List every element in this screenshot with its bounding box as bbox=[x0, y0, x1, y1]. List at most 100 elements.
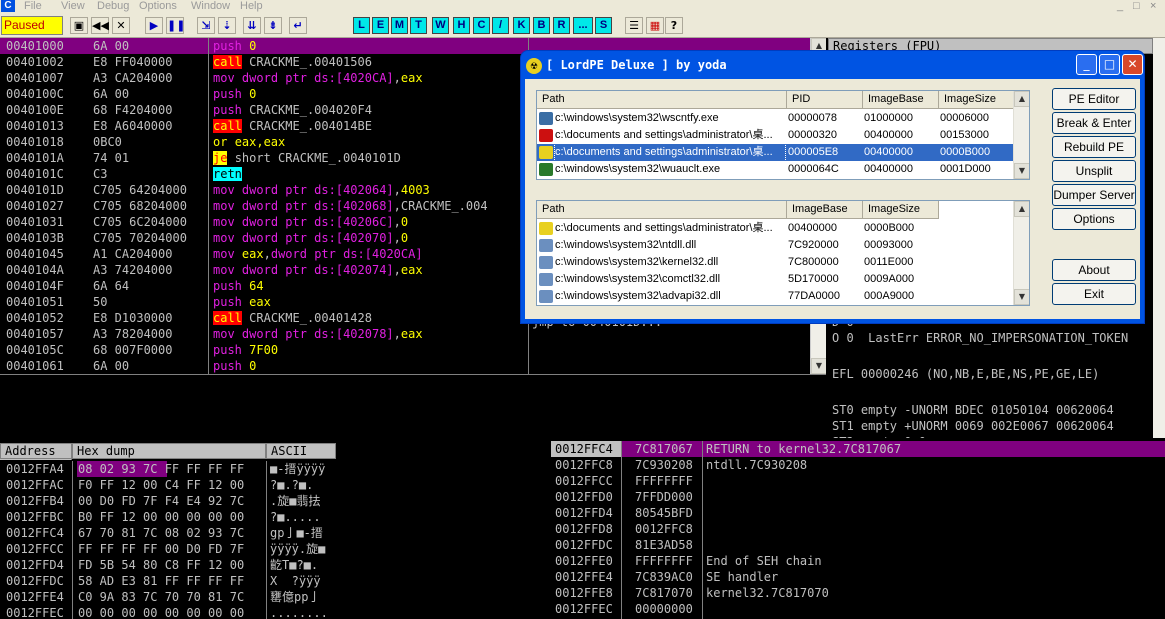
process-col-header[interactable]: ImageBase bbox=[863, 91, 939, 109]
restart-icon[interactable]: ◀◀ bbox=[91, 17, 109, 34]
run-icon[interactable]: ▶ bbox=[145, 17, 163, 34]
grid-icon[interactable]: ▦ bbox=[646, 17, 664, 34]
open-icon[interactable]: ▣ bbox=[70, 17, 88, 34]
stack-row[interactable]: 0012FFCC FFFFFFFF bbox=[551, 473, 1165, 489]
dump-row[interactable]: 0012FFA4 08 02 93 7C FF FF FF FF ■-搢ÿÿÿÿ bbox=[0, 461, 550, 477]
dump-row[interactable]: 0012FFCC FF FF FF FF 00 D0 FD 7F ÿÿÿÿ.旋■ bbox=[0, 541, 550, 557]
dump-row[interactable]: 0012FFC4 67 70 81 7C 08 02 93 7C gp亅■-搢 bbox=[0, 525, 550, 541]
process-col-header[interactable]: Path bbox=[537, 91, 787, 109]
step-into-icon[interactable]: ⇲ bbox=[197, 17, 215, 34]
about-button[interactable]: About bbox=[1052, 259, 1136, 281]
list-icon[interactable]: ☰ bbox=[625, 17, 643, 34]
stack-row[interactable]: 0012FFEC 00000000 bbox=[551, 601, 1165, 617]
scroll-down-icon[interactable]: ▼ bbox=[1014, 163, 1029, 179]
pause-icon[interactable]: ❚❚ bbox=[166, 17, 185, 34]
dump-row[interactable]: 0012FFEC 00 00 00 00 00 00 00 00........ bbox=[0, 605, 550, 619]
module-list[interactable]: Path ImageBase ImageSize c:\documents and s… bbox=[536, 200, 1030, 306]
hex-dump-pane[interactable]: Address Hex dump ASCII 0012FFA4 08 02 93 … bbox=[0, 441, 550, 619]
run-trace-button[interactable]: ... bbox=[573, 17, 593, 34]
step-over-icon[interactable]: ⇣ bbox=[218, 17, 236, 34]
dump-header-hex[interactable]: Hex dump bbox=[72, 443, 266, 459]
restore-icon[interactable]: □ bbox=[1133, 0, 1140, 12]
process-row[interactable]: c:\windows\system32\wuauclt.exe 0000064C 0… bbox=[537, 161, 1029, 178]
stack-row[interactable]: 0012FFD0 7FFDD000 bbox=[551, 489, 1165, 505]
menu-window[interactable]: Window bbox=[191, 0, 230, 12]
module-col-header[interactable]: ImageSize bbox=[863, 201, 939, 219]
options-button[interactable]: Options bbox=[1052, 208, 1136, 230]
module-row[interactable]: c:\windows\system32\comctl32.dll 5D170000… bbox=[537, 271, 1029, 288]
module-row[interactable]: c:\windows\system32\ntdll.dll 7C920000 000… bbox=[537, 237, 1029, 254]
dumper-server-button[interactable]: Dumper Server bbox=[1052, 184, 1136, 206]
rebuild-pe-button[interactable]: Rebuild PE bbox=[1052, 136, 1136, 158]
process-scrollbar[interactable]: ▲ ▼ bbox=[1013, 91, 1029, 179]
minimize-icon[interactable]: _ bbox=[1117, 0, 1123, 12]
pe-editor-button[interactable]: PE Editor bbox=[1052, 88, 1136, 110]
stack-row[interactable]: 0012FFE4 7C839AC0 SE handler bbox=[551, 569, 1165, 585]
stack-row[interactable]: 0012FFDC 81E3AD58 bbox=[551, 537, 1165, 553]
dump-header-ascii[interactable]: ASCII bbox=[266, 443, 336, 459]
registers-scrollbar[interactable] bbox=[1153, 38, 1165, 438]
menu-view[interactable]: View bbox=[61, 0, 85, 12]
process-row[interactable]: c:\windows\system32\wscntfy.exe 00000078 0… bbox=[537, 110, 1029, 127]
scroll-up-icon[interactable]: ▲ bbox=[1014, 91, 1029, 107]
break-enter-button[interactable]: Break & Enter bbox=[1052, 112, 1136, 134]
close-icon[interactable]: ✕ bbox=[1122, 54, 1143, 75]
dump-row[interactable]: 0012FFAC F0 FF 12 00 C4 FF 12 00 ?■.?■. bbox=[0, 477, 550, 493]
source-button[interactable]: S bbox=[595, 17, 612, 34]
close-icon[interactable]: × bbox=[1150, 0, 1156, 12]
module-scrollbar[interactable]: ▲ ▼ bbox=[1013, 201, 1029, 305]
exit-button[interactable]: Exit bbox=[1052, 283, 1136, 305]
trace-over-icon[interactable]: ⇟ bbox=[264, 17, 282, 34]
stack-row[interactable]: 0012FFC4 7C817067 RETURN to kernel32.7C817… bbox=[551, 441, 1165, 457]
help-icon[interactable]: ? bbox=[665, 17, 683, 34]
module-row[interactable]: c:\windows\system32\kernel32.dll 7C800000… bbox=[537, 254, 1029, 271]
executable-modules-button[interactable]: E bbox=[372, 17, 389, 34]
module-col-header[interactable]: Path bbox=[537, 201, 787, 219]
references-button[interactable]: R bbox=[553, 17, 570, 34]
log-window-button[interactable]: L bbox=[353, 17, 370, 34]
dump-row[interactable]: 0012FFBC B0 FF 12 00 00 00 00 00 ?■..... bbox=[0, 509, 550, 525]
app-icon[interactable]: C bbox=[1, 0, 15, 12]
menu-file[interactable]: File bbox=[24, 0, 42, 12]
process-col-header[interactable]: PID bbox=[787, 91, 863, 109]
minimize-icon[interactable]: _ bbox=[1076, 54, 1097, 75]
scroll-down-icon[interactable]: ▼ bbox=[811, 358, 826, 374]
stack-row[interactable]: 0012FFD8 0012FFC8 bbox=[551, 521, 1165, 537]
process-row[interactable]: c:\documents and settings\administrator\… bbox=[537, 143, 1029, 162]
disassembly-row[interactable]: 00401061 6A 00 push 0 bbox=[0, 358, 826, 374]
disassembly-row[interactable]: 00401057 A3 78204000 mov dword ptr ds:[402… bbox=[0, 326, 826, 342]
dump-row[interactable]: 0012FFB4 00 D0 FD 7F F4 E4 92 7C .旋■翡抾 bbox=[0, 493, 550, 509]
maximize-icon[interactable]: □ bbox=[1099, 54, 1120, 75]
breakpoints-button[interactable]: B bbox=[533, 17, 550, 34]
dump-header-address[interactable]: Address bbox=[0, 443, 72, 459]
menu-debug[interactable]: Debug bbox=[97, 0, 129, 12]
dump-row[interactable]: 0012FFE4 C0 9A 83 7C 70 70 81 7C 罋億pp亅 bbox=[0, 589, 550, 605]
execute-till-return-icon[interactable]: ↵ bbox=[289, 17, 307, 34]
trace-into-icon[interactable]: ⇊ bbox=[243, 17, 261, 34]
handles-button[interactable]: H bbox=[453, 17, 470, 34]
windows-button[interactable]: W bbox=[432, 17, 449, 34]
scroll-up-icon[interactable]: ▲ bbox=[1014, 201, 1029, 217]
stack-row[interactable]: 0012FFC8 7C930208 ntdll.7C930208 bbox=[551, 457, 1165, 473]
stack-row[interactable]: 0012FFE0 FFFFFFFF End of SEH chain bbox=[551, 553, 1165, 569]
process-row[interactable]: c:\documents and settings\administrator\… bbox=[537, 127, 1029, 144]
menu-help[interactable]: Help bbox=[240, 0, 263, 12]
process-col-header[interactable]: ImageSize bbox=[939, 91, 1015, 109]
memory-map-button[interactable]: M bbox=[391, 17, 408, 34]
process-list[interactable]: Path PID ImageBase ImageSize c:\windows\syst… bbox=[536, 90, 1030, 180]
stack-row[interactable]: 0012FFE8 7C817070 kernel32.7C817070 bbox=[551, 585, 1165, 601]
scroll-down-icon[interactable]: ▼ bbox=[1014, 289, 1029, 305]
menu-options[interactable]: Options bbox=[139, 0, 177, 12]
cpu-button[interactable]: C bbox=[473, 17, 490, 34]
unsplit-button[interactable]: Unsplit bbox=[1052, 160, 1136, 182]
close-icon[interactable]: ✕ bbox=[112, 17, 130, 34]
dump-row[interactable]: 0012FFD4 FD 5B 54 80 C8 FF 12 00 齕T■?■. bbox=[0, 557, 550, 573]
disassembly-row[interactable]: 0040105C 68 007F0000 push 7F00 bbox=[0, 342, 826, 358]
module-col-header[interactable]: ImageBase bbox=[787, 201, 863, 219]
module-row[interactable]: c:\documents and settings\administrator\… bbox=[537, 220, 1029, 237]
threads-button[interactable]: T bbox=[410, 17, 427, 34]
stack-row[interactable]: 0012FFD4 80545BFD bbox=[551, 505, 1165, 521]
module-row[interactable]: c:\windows\system32\advapi32.dll 77DA0000… bbox=[537, 288, 1029, 305]
stack-pane[interactable]: 0012FFC4 7C817067 RETURN to kernel32.7C817… bbox=[551, 441, 1165, 619]
call-stack-button[interactable]: K bbox=[513, 17, 530, 34]
